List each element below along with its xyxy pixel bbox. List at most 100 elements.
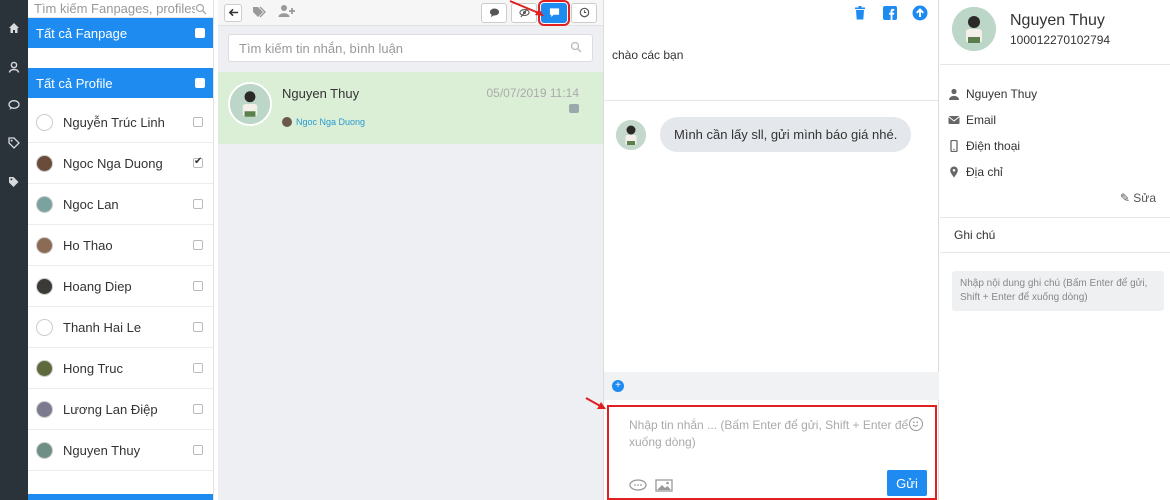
profile-row-checkbox[interactable]: [193, 363, 203, 373]
chat-tools-bar: +: [604, 372, 939, 400]
avatar: [36, 113, 53, 131]
customer-profile-panel: Nguyen Thuy 100012270102794 Nguyen Thuy …: [940, 0, 1170, 500]
profile-row[interactable]: Thanh Hai Le: [28, 307, 213, 348]
field-email[interactable]: Email: [940, 107, 1170, 133]
tag-filter-icon[interactable]: [252, 5, 268, 21]
avatar: [36, 236, 53, 254]
avatar: [36, 318, 53, 336]
profile-row-checkbox[interactable]: [193, 281, 203, 291]
profile-row-name: Hoang Diep: [63, 278, 132, 294]
conversation-page: Ngoc Nga Duong: [282, 117, 593, 127]
conversation-date: 05/07/2019 11:14: [486, 86, 579, 100]
profile-row-checkbox[interactable]: [193, 240, 203, 250]
profile-divider: [940, 64, 1170, 65]
profile-list-panel: Tìm kiếm Fanpages, profiles Tất cả Fanpa…: [28, 0, 214, 500]
filter-comment-button[interactable]: [481, 2, 507, 23]
group-all-fanpage[interactable]: Tất cả Fanpage: [28, 18, 213, 48]
profile-row-name: Ngoc Lan: [63, 196, 119, 212]
left-rail: [0, 0, 28, 500]
profile-row[interactable]: Ho Thao: [28, 225, 213, 266]
notes-header: Ghi chú: [940, 217, 1170, 253]
conversation-panel: Tìm kiếm tin nhắn, bình luận Nguyen Thuy…: [218, 0, 604, 500]
profile-row[interactable]: Nguyễn Trúc Linh: [28, 102, 213, 143]
annotation-arrow-icon: [585, 397, 606, 409]
profile-row[interactable]: Hong Truc: [28, 348, 213, 389]
comment-icon[interactable]: [0, 94, 28, 116]
edit-profile-button[interactable]: ✎ Sửa: [940, 191, 1170, 205]
field-email-label: Email: [966, 113, 997, 127]
profile-row[interactable]: Hoang Diep: [28, 266, 213, 307]
chat-divider: [604, 100, 938, 101]
group-spacer: [28, 48, 213, 68]
profile-row-checkbox[interactable]: [193, 322, 203, 332]
profile-row-checkbox[interactable]: [193, 156, 203, 168]
field-name-value: Nguyen Thuy: [966, 87, 1038, 101]
group-all-profile-checkbox[interactable]: [195, 78, 205, 88]
profile-list-footer-bar: [28, 494, 213, 500]
page-avatar: [282, 117, 292, 127]
profile-row-checkbox[interactable]: [193, 445, 203, 455]
field-address[interactable]: Địa chỉ: [940, 159, 1170, 185]
add-user-icon[interactable]: [278, 4, 296, 21]
note-input[interactable]: Nhập nội dung ghi chú (Bấm Enter để gửi,…: [952, 271, 1164, 311]
customer-header: Nguyen Thuy 100012270102794: [940, 0, 1170, 58]
profile-row-name: Nguyen Thuy: [63, 442, 141, 458]
message-icon: [569, 104, 579, 113]
filter-time-button[interactable]: [571, 2, 597, 23]
chat-post-title: chào các bạn: [612, 48, 684, 62]
conversation-page-name: Ngoc Nga Duong: [296, 117, 366, 127]
field-name: Nguyen Thuy: [940, 81, 1170, 107]
field-phone[interactable]: Điện thoại: [940, 133, 1170, 159]
chat-panel: chào các bạn Mình cần lấy sll, gửi mình …: [604, 0, 939, 500]
chat-toolbar: [604, 0, 938, 26]
trash-icon[interactable]: [852, 5, 868, 21]
chat-message-text: Mình cần lấy sll, gửi mình báo giá nhé.: [660, 117, 912, 152]
message-composer[interactable]: Nhập tin nhắn ... (Bấm Enter để gửi, Shi…: [607, 405, 937, 500]
conversation-item[interactable]: Nguyen Thuy Ngoc Nga Duong 05/07/2019 11…: [218, 72, 603, 144]
chat-message: Mình cần lấy sll, gửi mình báo giá nhé.: [616, 117, 938, 152]
tags-icon[interactable]: [0, 171, 28, 193]
conversation-search-input[interactable]: Tìm kiếm tin nhắn, bình luận: [239, 41, 570, 56]
conversation-search[interactable]: Tìm kiếm tin nhắn, bình luận: [228, 34, 593, 62]
add-attachment-icon[interactable]: +: [612, 380, 624, 392]
tag-icon[interactable]: [0, 132, 28, 154]
profile-row-name: Nguyễn Trúc Linh: [63, 114, 165, 130]
avatar: [36, 154, 53, 172]
profile-row-name: Lương Lan Điệp: [63, 401, 158, 417]
avatar: [36, 277, 53, 295]
group-all-fanpage-checkbox[interactable]: [195, 28, 205, 38]
phone-icon: [948, 140, 960, 152]
message-icon: [549, 8, 559, 18]
avatar: [36, 441, 53, 459]
message-input[interactable]: Nhập tin nhắn ... (Bấm Enter để gửi, Shi…: [629, 417, 909, 451]
facebook-icon[interactable]: [882, 5, 898, 21]
profile-search[interactable]: Tìm kiếm Fanpages, profiles: [28, 0, 213, 18]
quick-reply-icon[interactable]: [629, 479, 647, 492]
map-marker-icon: [948, 166, 960, 178]
avatar: [36, 359, 53, 377]
profile-row-checkbox[interactable]: [193, 404, 203, 414]
home-icon[interactable]: [0, 17, 28, 39]
group-all-profile[interactable]: Tất cả Profile: [28, 68, 213, 98]
profile-row[interactable]: Ngoc Lan: [28, 184, 213, 225]
profile-row-checkbox[interactable]: [193, 199, 203, 209]
profile-row[interactable]: Ngoc Nga Duong: [28, 143, 213, 184]
back-arrow-icon[interactable]: [224, 3, 242, 22]
profile-row-name: Thanh Hai Le: [63, 319, 142, 335]
profile-search-input[interactable]: Tìm kiếm Fanpages, profiles: [34, 1, 195, 16]
profile-row[interactable]: Lương Lan Điệp: [28, 389, 213, 430]
arrow-up-circle-icon[interactable]: [912, 5, 928, 21]
image-icon[interactable]: [655, 479, 673, 492]
emoji-icon[interactable]: [909, 417, 923, 431]
user-icon[interactable]: [0, 56, 28, 78]
avatar: [36, 400, 53, 418]
clock-icon: [579, 7, 589, 18]
customer-name: Nguyen Thuy: [1010, 11, 1105, 29]
group-all-profile-label: Tất cả Profile: [36, 75, 113, 91]
send-button[interactable]: Gửi: [887, 470, 927, 496]
profile-row-checkbox[interactable]: [193, 117, 203, 127]
group-all-fanpage-label: Tất cả Fanpage: [36, 25, 128, 41]
profile-row[interactable]: Nguyen Thuy: [28, 430, 213, 471]
user-icon: [948, 88, 960, 100]
envelope-icon: [948, 114, 960, 126]
